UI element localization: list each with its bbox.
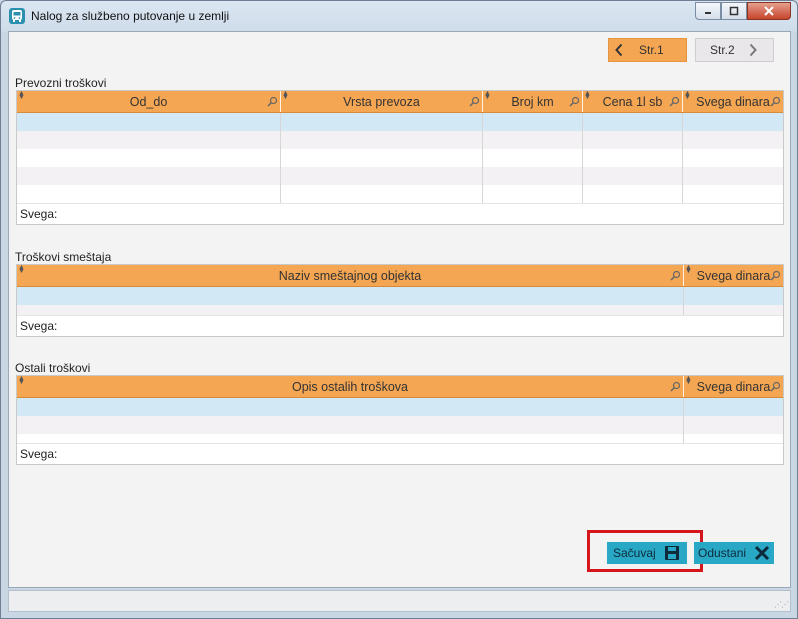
column-label: Od_do: [129, 94, 168, 109]
column-header-broj-km[interactable]: ▲ ▼ Broj km: [483, 90, 583, 112]
sort-icon[interactable]: ▲ ▼: [18, 375, 25, 386]
table-row[interactable]: [17, 416, 783, 434]
table-row[interactable]: [17, 398, 783, 416]
lodging-total: Svega:: [17, 315, 783, 336]
sort-icon[interactable]: ▲ ▼: [18, 264, 25, 275]
grid-header: ▲ ▼ Opis ostalih troškova ▲ ▼ Svega dinara: [17, 375, 783, 398]
table-row[interactable]: [17, 131, 783, 149]
close-button[interactable]: [747, 2, 791, 20]
column-label: Vrsta prevoza: [343, 94, 420, 109]
search-icon[interactable]: [670, 270, 681, 281]
chevron-left-icon: [609, 39, 629, 61]
table-row[interactable]: [17, 167, 783, 185]
other-grid: ▲ ▼ Opis ostalih troškova ▲ ▼ Svega dinara…: [16, 375, 784, 465]
maximize-icon: [729, 6, 739, 16]
grid-header: ▲ ▼ Od_do ▲ ▼ Vrsta prevoza ▲ ▼ Broj km ▲ ▼ …: [17, 90, 783, 113]
other-section-label: Ostali troškovi: [15, 361, 91, 375]
search-icon[interactable]: [770, 270, 781, 281]
column-label: Naziv smeštajnog objekta: [278, 268, 422, 283]
transport-grid: ▲ ▼ Od_do ▲ ▼ Vrsta prevoza ▲ ▼ Broj km ▲ ▼ …: [16, 90, 784, 225]
grid-body: [17, 113, 783, 203]
minimize-icon: [705, 12, 711, 14]
column-label: Cena 1l sb: [602, 94, 663, 109]
minimize-button[interactable]: [695, 2, 721, 20]
search-icon[interactable]: [469, 96, 480, 107]
sort-icon[interactable]: ▲ ▼: [282, 90, 289, 101]
close-icon: [764, 6, 774, 16]
page2-label: Str.2: [710, 43, 735, 57]
column-header-svega-dinara[interactable]: ▲ ▼ Svega dinara: [684, 375, 783, 397]
title-bar[interactable]: Nalog za službeno putovanje u zemlji: [1, 1, 797, 31]
page1-label: Str.1: [639, 43, 664, 57]
app-window: Nalog za službeno putovanje u zemlji Str…: [0, 0, 798, 619]
grid-body: [17, 287, 783, 315]
lodging-section-label: Troškovi smeštaja: [15, 250, 112, 264]
column-label: Svega dinara: [696, 379, 771, 394]
table-row[interactable]: [17, 305, 783, 315]
chevron-right-icon: [743, 39, 763, 61]
column-header-vrsta-prevoza[interactable]: ▲ ▼ Vrsta prevoza: [281, 90, 483, 112]
search-icon[interactable]: [770, 381, 781, 392]
sort-icon[interactable]: ▲ ▼: [684, 90, 691, 101]
other-total: Svega:: [17, 443, 783, 464]
grid-header: ▲ ▼ Naziv smeštajnog objekta ▲ ▼ Svega din…: [17, 264, 783, 287]
column-header-cena[interactable]: ▲ ▼ Cena 1l sb: [583, 90, 683, 112]
search-icon[interactable]: [670, 381, 681, 392]
save-label: Sačuvaj: [613, 546, 656, 560]
column-label: Svega dinara: [696, 268, 771, 283]
sort-icon[interactable]: ▲ ▼: [685, 264, 692, 275]
sort-icon[interactable]: ▲ ▼: [685, 375, 692, 386]
maximize-button[interactable]: [721, 2, 747, 20]
search-icon[interactable]: [669, 96, 680, 107]
cancel-label: Odustani: [698, 546, 747, 560]
close-x-icon: [754, 545, 770, 561]
table-row[interactable]: [17, 434, 783, 443]
grid-body: [17, 398, 783, 443]
column-header-od-do[interactable]: ▲ ▼ Od_do: [17, 90, 281, 112]
page1-button[interactable]: Str.1: [608, 38, 687, 62]
sort-icon[interactable]: ▲ ▼: [584, 90, 591, 101]
column-header-naziv-objekta[interactable]: ▲ ▼ Naziv smeštajnog objekta: [17, 264, 684, 286]
column-header-svega-dinara[interactable]: ▲ ▼ Svega dinara: [684, 264, 783, 286]
status-bar: ⋰⋰: [8, 590, 791, 612]
page2-button[interactable]: Str.2: [695, 38, 774, 62]
window-title: Nalog za službeno putovanje u zemlji: [31, 9, 230, 23]
sort-icon[interactable]: ▲ ▼: [18, 90, 25, 101]
search-icon[interactable]: [770, 96, 781, 107]
save-button[interactable]: Sačuvaj: [607, 542, 687, 564]
column-label: Svega dinara: [696, 94, 770, 109]
table-row[interactable]: [17, 185, 783, 203]
column-header-svega-dinara[interactable]: ▲ ▼ Svega dinara: [683, 90, 783, 112]
lodging-grid: ▲ ▼ Naziv smeštajnog objekta ▲ ▼ Svega din…: [16, 264, 784, 337]
pager: Str.1 Str.2: [608, 38, 774, 62]
transport-total: Svega:: [17, 203, 783, 224]
column-header-opis-troskova[interactable]: ▲ ▼ Opis ostalih troškova: [17, 375, 684, 397]
search-icon[interactable]: [267, 96, 278, 107]
table-row[interactable]: [17, 113, 783, 131]
floppy-disk-icon: [664, 545, 680, 561]
table-row[interactable]: [17, 287, 783, 305]
column-label: Broj km: [511, 94, 554, 109]
main-content: Str.1 Str.2 Prevozni troškovi ▲ ▼ Od_do ▲…: [8, 31, 791, 588]
search-icon[interactable]: [569, 96, 580, 107]
bus-icon: [9, 8, 25, 24]
resize-grip-icon[interactable]: ⋰⋰: [774, 600, 789, 609]
transport-section-label: Prevozni troškovi: [15, 76, 107, 90]
cancel-button[interactable]: Odustani: [694, 542, 774, 564]
column-label: Opis ostalih troškova: [291, 379, 409, 394]
table-row[interactable]: [17, 149, 783, 167]
sort-icon[interactable]: ▲ ▼: [484, 90, 491, 101]
